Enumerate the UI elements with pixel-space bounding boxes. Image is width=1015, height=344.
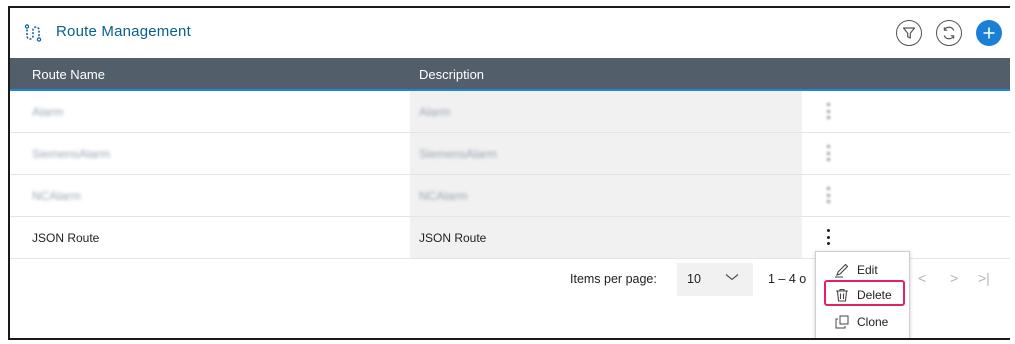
last-page-button[interactable]: >| [978, 270, 990, 286]
menu-item-edit[interactable]: Edit [816, 258, 909, 282]
menu-item-clone[interactable]: Clone [816, 310, 909, 334]
items-per-page-value: 10 [687, 272, 701, 286]
table-row[interactable]: Alarm Alarm [10, 91, 1010, 133]
description-cell: Alarm [419, 105, 451, 119]
menu-item-delete[interactable]: Delete [816, 280, 909, 307]
route-name-cell: JSON Route [32, 231, 100, 245]
pencil-icon [835, 263, 849, 278]
description-cell: SiemensAlarm [419, 147, 498, 161]
items-per-page-label: Items per page: [570, 272, 657, 286]
items-per-page-select[interactable]: 10 [677, 263, 753, 296]
trash-icon [836, 288, 848, 302]
prev-page-button[interactable]: < [918, 270, 926, 286]
add-route-button[interactable] [976, 20, 1002, 46]
page-title: Route Management [56, 23, 191, 40]
next-page-button[interactable]: > [950, 270, 958, 286]
menu-item-label: Edit [857, 263, 878, 277]
column-header-route-name[interactable]: Route Name [32, 67, 105, 82]
menu-item-label: Delete [857, 288, 892, 302]
description-cell-bg [410, 175, 802, 216]
more-actions-icon[interactable] [824, 229, 832, 245]
menu-item-label: Clone [857, 315, 889, 329]
plus-icon [983, 27, 995, 39]
description-cell-bg [410, 91, 802, 132]
table-header: Route Name Description [10, 58, 1010, 91]
route-name-cell: NCAlarm [32, 189, 81, 203]
column-header-description[interactable]: Description [419, 67, 484, 82]
chevron-down-icon [725, 274, 739, 281]
refresh-icon [943, 26, 955, 40]
table-row[interactable]: NCAlarm NCAlarm [10, 175, 1010, 217]
panel-header: Route Management [10, 8, 1010, 58]
row-context-menu: Edit Delete Clone [815, 251, 910, 338]
filter-button[interactable] [896, 20, 922, 46]
refresh-button[interactable] [936, 20, 962, 46]
route-icon [24, 24, 42, 42]
more-actions-icon[interactable] [824, 187, 832, 203]
description-cell: NCAlarm [419, 189, 468, 203]
route-name-cell: SiemensAlarm [32, 147, 111, 161]
filter-icon [902, 27, 916, 39]
description-cell: JSON Route [419, 231, 487, 245]
table-row[interactable]: SiemensAlarm SiemensAlarm [10, 133, 1010, 175]
route-management-panel: Route Management Route Name Description … [8, 6, 1010, 340]
more-actions-icon[interactable] [824, 145, 832, 161]
more-actions-icon[interactable] [824, 103, 832, 119]
page-range-text: 1 – 4 o [768, 272, 807, 286]
clone-icon [835, 315, 849, 329]
route-name-cell: Alarm [32, 105, 64, 119]
